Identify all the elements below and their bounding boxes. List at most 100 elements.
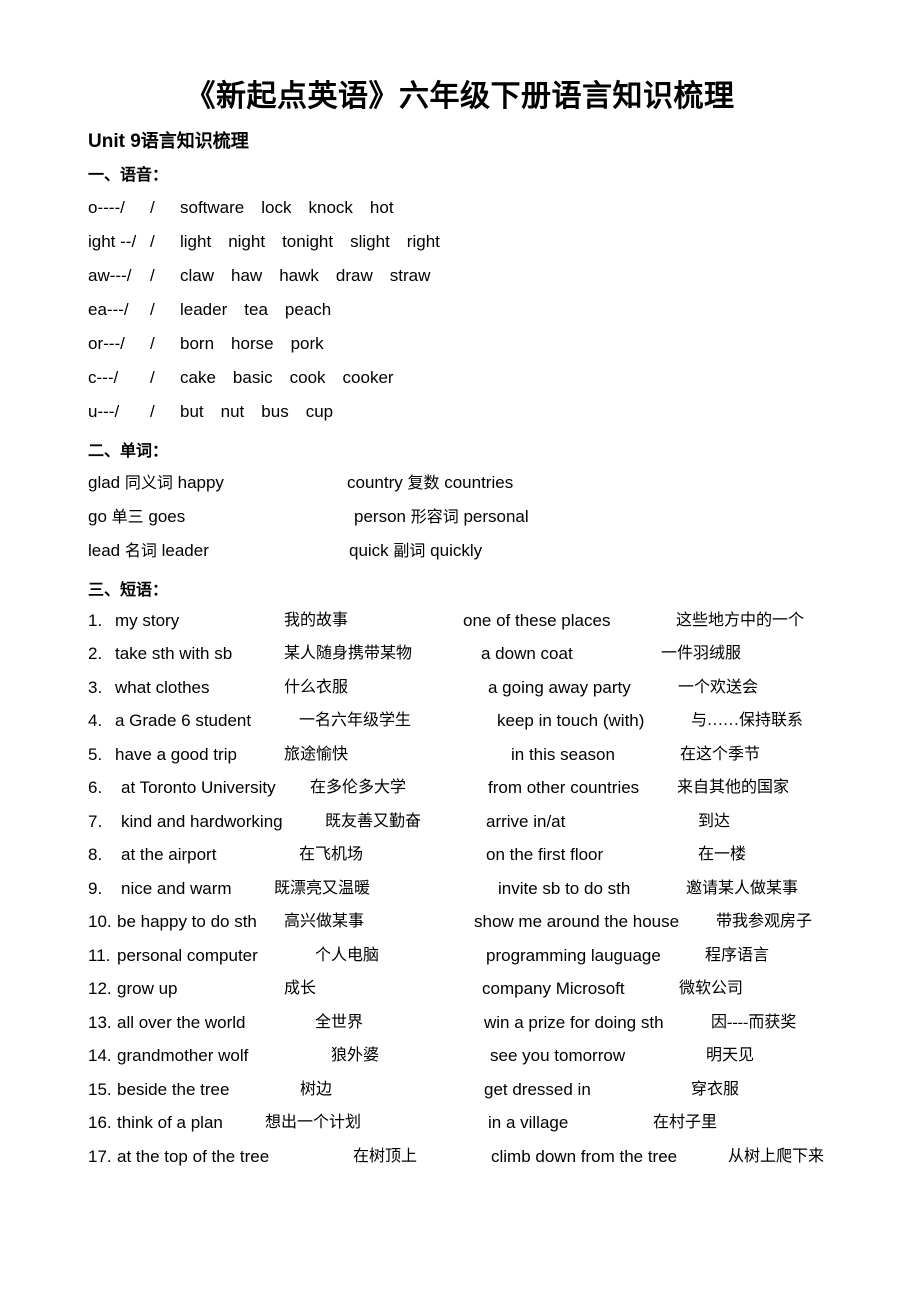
phrase-chinese-left: 个人电脑	[315, 946, 380, 964]
phrase-chinese-left: 在树顶上	[353, 1147, 418, 1165]
phrase-row: 15. beside the tree 树边 get dressed in 穿衣服	[88, 1073, 920, 1107]
phrase-chinese-right: 带我参观房子	[716, 913, 813, 931]
phrase-number: 16.	[88, 1113, 112, 1133]
phrase-english-left: at Toronto University	[121, 778, 276, 798]
phrase-number: 11.	[88, 945, 111, 965]
word-derived: personal	[458, 506, 529, 526]
phonics-example-word: slight	[350, 232, 390, 252]
phonics-slash: /	[150, 266, 155, 286]
phrase-english-right: in a village	[488, 1113, 569, 1133]
word-form-label: 副词	[393, 542, 426, 560]
word-form-left: glad 同义词 happy	[88, 466, 224, 501]
phrase-chinese-right: 一件羽绒服	[661, 645, 742, 663]
phrase-english-left: be happy to do sth	[117, 912, 257, 932]
word-form-label: 同义词	[124, 474, 173, 492]
word-form-label: 单三	[111, 508, 144, 526]
word-derived: goes	[143, 506, 186, 526]
phonics-example-word: haw	[231, 266, 263, 286]
word-form-row: glad 同义词 happy country 复数 countries	[88, 466, 920, 500]
phrase-english-left: a Grade 6 student	[115, 711, 252, 731]
phrase-english-left: nice and warm	[121, 878, 232, 898]
phonics-example-word: lock	[261, 198, 292, 218]
phonics-row: o----/ / software lock knock hot	[88, 191, 920, 225]
phonics-row: or---/ / born horse pork	[88, 327, 920, 361]
phrase-chinese-left: 在飞机场	[299, 846, 364, 864]
phrase-english-right: climb down from the tree	[491, 1146, 678, 1166]
phonics-slash: /	[150, 300, 155, 320]
phrase-chinese-right: 这些地方中的一个	[676, 611, 805, 629]
phrases-list: 1. my story 我的故事 one of these places 这些地方中的一…	[0, 604, 920, 1174]
phonics-example-word: claw	[180, 266, 215, 286]
section-heading-words: 二、单词：	[88, 443, 169, 461]
phonics-slash: /	[150, 368, 155, 388]
phonics-examples: cake basic cook cooker	[180, 361, 394, 395]
phrase-row: 3. what clothes 什么衣服 a going away party 一个欢送…	[88, 671, 920, 705]
phonics-example-word: cook	[289, 368, 326, 388]
phrase-chinese-left: 狼外婆	[331, 1047, 380, 1065]
phrase-row: 1. my story 我的故事 one of these places 这些地方中的一…	[88, 604, 920, 638]
phrase-english-left: my story	[115, 610, 180, 630]
phrase-english-right: programming lauguage	[486, 945, 661, 965]
phonics-example-word: born	[180, 334, 215, 354]
phonics-pattern: o----/	[88, 198, 125, 218]
phrase-english-left: at the top of the tree	[117, 1146, 270, 1166]
phrase-number: 2.	[88, 644, 103, 664]
phrase-english-left: have a good trip	[115, 744, 237, 764]
word-form-right: country 复数 countries	[347, 466, 513, 501]
phrase-chinese-left: 高兴做某事	[284, 913, 365, 931]
phonics-example-word: straw	[389, 266, 431, 286]
phrase-english-right: invite sb to do sth	[498, 878, 631, 898]
phrase-chinese-right: 明天见	[706, 1047, 755, 1065]
phonics-example-word: right	[406, 232, 440, 252]
phrase-row: 13. all over the world 全世界 win a prize for …	[88, 1006, 920, 1040]
phonics-examples: software lock knock hot	[180, 191, 394, 225]
phrase-row: 12. grow up 成长 company Microsoft 微软公司	[88, 972, 920, 1006]
phrase-number: 5.	[88, 744, 103, 764]
phrase-number: 6.	[88, 778, 103, 798]
phrase-number: 3.	[88, 677, 103, 697]
phonics-examples: but nut bus cup	[180, 395, 333, 429]
phrase-number: 14.	[88, 1046, 112, 1066]
phrase-row: 11. personal computer 个人电脑 programming laug…	[88, 939, 920, 973]
phrase-english-left: think of a plan	[117, 1113, 223, 1133]
word-derived: countries	[439, 472, 514, 492]
word-base: quick	[349, 540, 394, 560]
phrase-row: 16. think of a plan 想出一个计划 in a village 在村子里	[88, 1106, 920, 1140]
phrase-number: 10.	[88, 912, 112, 932]
phonics-example-word: but	[180, 402, 204, 422]
word-form-label: 形容词	[410, 508, 459, 526]
phonics-pattern: ight --/	[88, 232, 137, 252]
word-base: glad	[88, 472, 125, 492]
phrase-row: 9. nice and warm 既漂亮又温暖 invite sb to do sth…	[88, 872, 920, 906]
phrase-number: 8.	[88, 845, 103, 865]
word-form-label: 名词	[124, 542, 157, 560]
phrase-chinese-left: 成长	[284, 980, 317, 998]
phonics-row: ea---/ / leader tea peach	[88, 293, 920, 327]
phrase-chinese-left: 既友善又勤奋	[325, 812, 422, 830]
phrase-english-right: in this season	[511, 744, 615, 764]
word-derived: happy	[172, 472, 224, 492]
phrase-chinese-right: 一个欢送会	[678, 678, 759, 696]
phonics-example-word: software	[180, 198, 245, 218]
phrase-english-left: grandmother wolf	[117, 1046, 249, 1066]
phrase-chinese-right: 到达	[698, 812, 731, 830]
phrase-chinese-right: 从树上爬下来	[728, 1147, 825, 1165]
phonics-pattern: aw---/	[88, 266, 132, 286]
phonics-example-word: tea	[244, 300, 268, 320]
phonics-row: aw---/ / claw haw hawk draw straw	[88, 259, 920, 293]
phrase-chinese-left: 树边	[300, 1080, 333, 1098]
phrase-chinese-right: 在村子里	[653, 1114, 718, 1132]
phonics-example-word: horse	[231, 334, 274, 354]
word-base: lead	[88, 540, 125, 560]
phrase-english-right: see you tomorrow	[490, 1046, 626, 1066]
phonics-examples: claw haw hawk draw straw	[180, 259, 430, 293]
phrase-chinese-left: 全世界	[315, 1013, 364, 1031]
phonics-example-word: cooker	[342, 368, 394, 388]
word-form-label: 复数	[407, 474, 440, 492]
phrase-row: 6. at Toronto University 在多伦多大学 from other …	[88, 771, 920, 805]
word-form-left: go 单三 goes	[88, 500, 185, 535]
words-list: glad 同义词 happy country 复数 countries go 单三 …	[0, 466, 920, 568]
phrase-row: 5. have a good trip 旅途愉快 in this season 在这个季…	[88, 738, 920, 772]
phonics-example-word: nut	[220, 402, 245, 422]
word-base: person	[354, 506, 411, 526]
